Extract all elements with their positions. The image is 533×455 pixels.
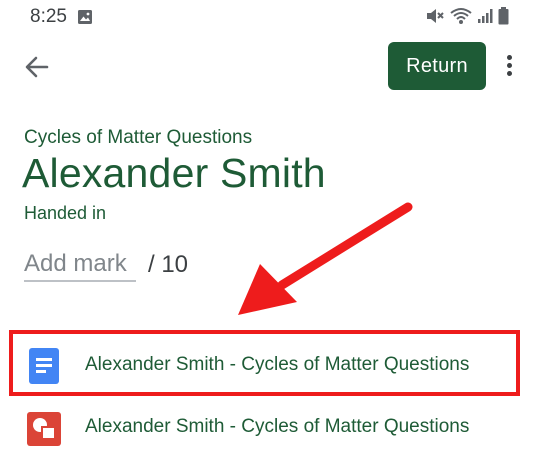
max-points: / 10 (148, 251, 189, 278)
mute-icon (425, 7, 445, 30)
attachment-item[interactable]: Alexander Smith - Cycles of Matter Quest… (0, 402, 533, 454)
attachment-label: Alexander Smith - Cycles of Matter Quest… (85, 354, 470, 375)
signal-icon (477, 8, 493, 29)
status-icons (425, 7, 509, 30)
status-bar: 8:25 (0, 0, 533, 34)
battery-icon (498, 7, 509, 30)
more-options-icon[interactable] (500, 52, 518, 82)
google-docs-icon (27, 348, 61, 389)
attachment-label: Alexander Smith - Cycles of Matter Quest… (85, 416, 470, 437)
drawing-icon (27, 410, 61, 451)
add-mark-field[interactable]: Add mark (24, 250, 136, 282)
image-notification-icon (77, 9, 93, 30)
student-name: Alexander Smith (22, 150, 326, 196)
status-time: 8:25 (30, 6, 67, 27)
submission-status: Handed in (24, 203, 107, 223)
assignment-title: Cycles of Matter Questions (24, 127, 253, 148)
back-arrow-icon[interactable] (22, 52, 52, 82)
return-button[interactable]: Return (388, 42, 486, 90)
wifi-icon (450, 7, 472, 30)
attachment-item[interactable]: Alexander Smith - Cycles of Matter Quest… (0, 340, 533, 392)
